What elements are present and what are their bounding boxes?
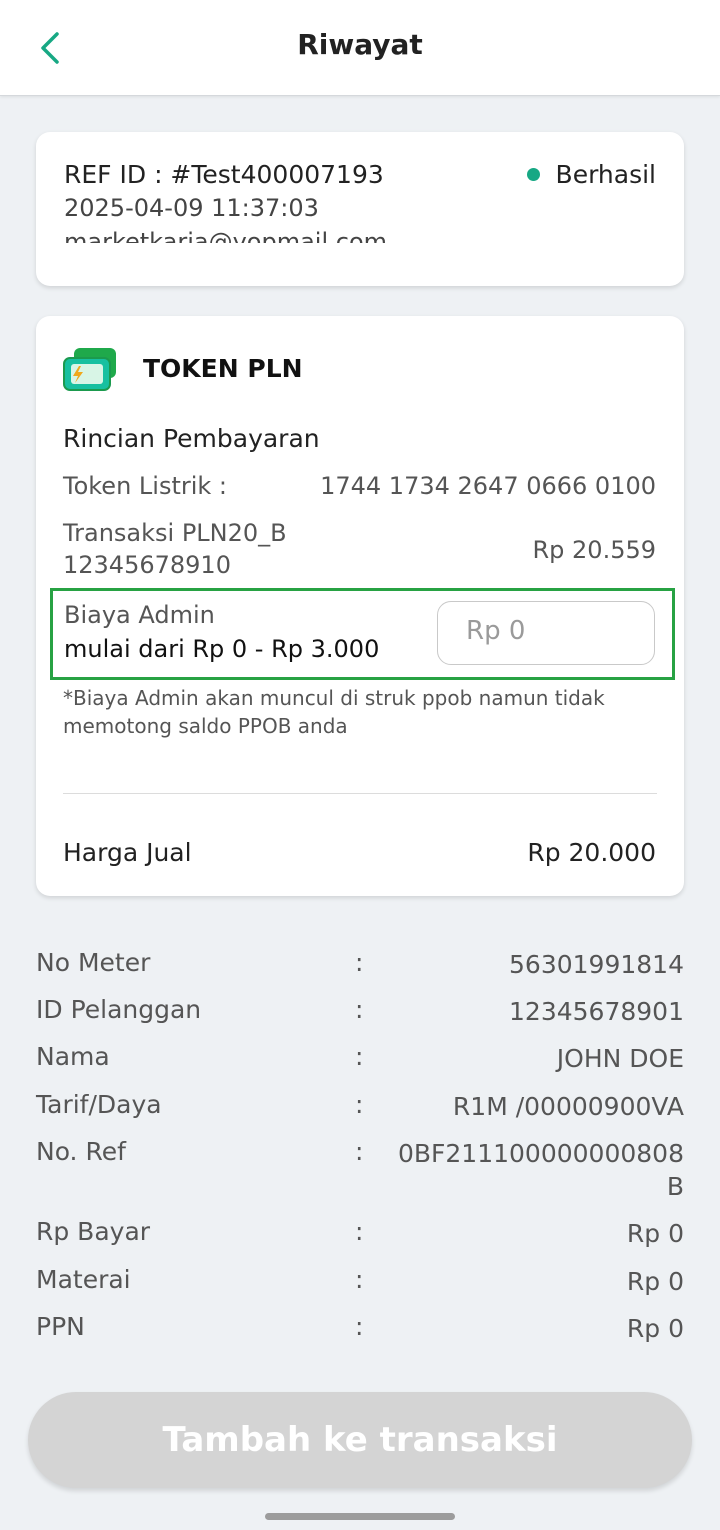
detail-label: PPN [36, 1312, 85, 1341]
detail-colon: : [355, 1265, 364, 1294]
detail-value: Rp 0 [626, 1267, 684, 1296]
add-to-transaction-button[interactable]: Tambah ke transaksi [28, 1392, 692, 1488]
status-badge: Berhasil [526, 160, 656, 189]
transaction-date: 2025-04-09 11:37:03 [64, 194, 319, 222]
product-name: TOKEN PLN [143, 354, 303, 383]
detail-colon: : [355, 1090, 364, 1119]
transaction-reference-card: REF ID : #Test400007193 2025-04-09 11:37… [36, 132, 684, 286]
customer-email: marketkarja@yopmail.com [64, 228, 388, 243]
admin-fee-section: Biaya Admin mulai dari Rp 0 - Rp 3.000 R… [50, 588, 675, 680]
status-dot-icon [526, 168, 540, 181]
detail-label: No Meter [36, 948, 151, 977]
admin-fee-range: mulai dari Rp 0 - Rp 3.000 [64, 635, 380, 663]
detail-label: Nama [36, 1042, 110, 1071]
ref-id: REF ID : #Test400007193 [64, 160, 384, 189]
top-app-bar: Riwayat [0, 0, 720, 96]
home-indicator [265, 1513, 455, 1520]
payment-detail-card: TOKEN PLN Rincian Pembayaran Token Listr… [36, 316, 684, 896]
detail-value: JOHN DOE [556, 1044, 684, 1073]
sale-price-label: Harga Jual [63, 838, 192, 867]
status-label: Berhasil [555, 160, 656, 189]
detail-label: ID Pelanggan [36, 995, 202, 1024]
electricity-card-icon [63, 348, 116, 391]
sale-price-value: Rp 20.000 [527, 838, 656, 867]
detail-label: Tarif/Daya [36, 1090, 162, 1119]
detail-value: 56301991814 [509, 950, 684, 979]
transaction-value: Rp 20.559 [532, 536, 656, 564]
detail-label: Materai [36, 1265, 131, 1294]
detail-value: Rp 0 [626, 1219, 684, 1248]
detail-colon: : [355, 1312, 364, 1341]
detail-label: No. Ref [36, 1137, 126, 1166]
transaction-label: Transaksi PLN20_B [63, 519, 287, 547]
page-title: Riwayat [297, 28, 423, 61]
detail-value: 0BF211100000000808 B [397, 1139, 684, 1201]
admin-fee-label: Biaya Admin [64, 601, 215, 629]
token-value: 1744 1734 2647 0666 0100 [320, 472, 656, 500]
admin-fee-input[interactable]: Rp 0 [437, 601, 655, 665]
detail-colon: : [355, 1137, 364, 1166]
transaction-code: 12345678910 [63, 551, 231, 579]
detail-colon: : [355, 1217, 364, 1246]
divider [63, 793, 657, 794]
detail-colon: : [355, 995, 364, 1024]
detail-value: R1M /00000900VA [452, 1092, 684, 1121]
admin-fee-note: *Biaya Admin akan muncul di struk ppob n… [63, 686, 605, 738]
payment-detail-title: Rincian Pembayaran [63, 424, 320, 453]
detail-value: 12345678901 [509, 997, 684, 1026]
detail-colon: : [355, 1042, 364, 1071]
detail-value: Rp 0 [626, 1314, 684, 1343]
token-label: Token Listrik : [63, 472, 228, 500]
detail-label: Rp Bayar [36, 1217, 151, 1246]
detail-colon: : [355, 948, 364, 977]
